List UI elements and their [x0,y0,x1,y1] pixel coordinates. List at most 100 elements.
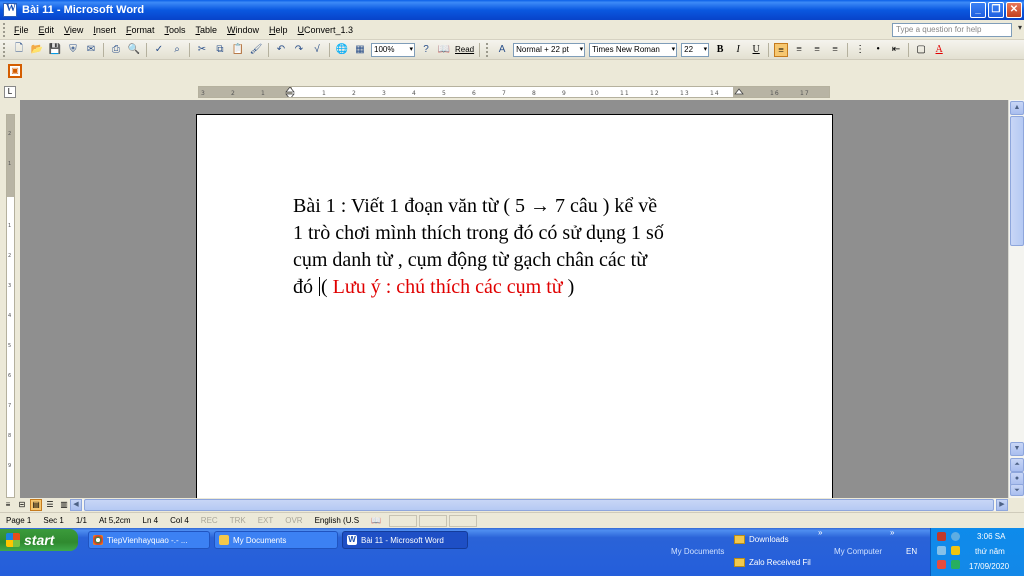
toolbar-grip[interactable] [3,42,7,57]
zoom-dropdown-icon[interactable]: ▾ [409,44,413,56]
spelling-status-icon[interactable]: 📖 [365,516,387,525]
align-left-icon[interactable]: ≡ [774,42,789,57]
network-icon[interactable] [951,532,960,541]
horizontal-scrollbar[interactable]: ◀ ▶ [70,499,1008,511]
numbering-icon[interactable]: ⋮ [853,43,867,57]
print-layout-icon[interactable]: ▤ [30,499,42,511]
menu-edit[interactable]: Edit [34,25,60,35]
zoom-select[interactable]: 100% ▾ [371,42,415,57]
status-ext[interactable]: EXT [252,516,280,525]
document-body[interactable]: Bài 1 : Viết 1 đoạn văn từ ( 5 → 7 câu )… [293,193,743,301]
bullets-icon[interactable]: • [871,43,885,57]
bold-button[interactable]: B [713,43,727,57]
web-layout-icon[interactable]: ⊟ [16,499,28,511]
print-icon[interactable]: ⎙ [109,43,123,57]
underline-button[interactable]: U [749,43,763,57]
quick-zalo[interactable]: Zalo Received Fil [734,558,811,567]
font-color-icon[interactable]: A [932,43,946,57]
word-app-icon[interactable] [3,3,17,17]
toolbar-chevron-icon[interactable]: » [890,528,894,537]
horizontal-ruler[interactable]: 321 123 456 789 10 11 12 13 14 16 17 [198,86,830,98]
cut-icon[interactable]: ✂ [195,43,209,57]
style-select[interactable]: Normal + 22 pt ▾ [513,42,586,57]
status-rec[interactable]: REC [195,516,224,525]
vertical-scroll-thumb[interactable] [1010,116,1024,246]
styles-formatting-icon[interactable]: A [495,43,509,57]
justify-icon[interactable]: ≡ [828,43,842,57]
table-icon[interactable]: ▦ [353,43,367,57]
reading-layout-icon[interactable]: ▥ [58,499,70,511]
update-icon[interactable] [951,546,960,555]
menu-help[interactable]: Help [264,25,293,35]
clock-time[interactable]: 3:06 SA [977,532,1005,541]
clock-date[interactable]: 17/09/2020 [969,562,1009,571]
decrease-indent-icon[interactable]: ⇤ [889,43,903,57]
vertical-ruler[interactable]: 2 1 1 2 3 4 5 6 7 8 9 [6,114,15,498]
menu-uconvert[interactable]: UConvert_1.3 [293,25,359,35]
menu-format[interactable]: Format [121,25,160,35]
task-word[interactable]: W Bài 11 - Microsoft Word [342,531,468,549]
hyperlink-icon[interactable]: 🌐 [335,43,349,57]
menu-view[interactable]: View [59,25,88,35]
toolbar-chevron-icon[interactable]: » [818,528,822,537]
status-ovr[interactable]: OVR [279,516,308,525]
research-icon[interactable]: ⌕ [170,43,184,57]
connection-icon[interactable] [937,546,946,555]
help-icon[interactable]: ? [419,43,433,57]
next-page-icon[interactable]: ⏷ [1010,484,1024,496]
menu-table[interactable]: Table [190,25,222,35]
vertical-scrollbar[interactable]: ▲ ▼ ⏶ ● ⏷ [1008,100,1024,498]
style-dropdown-icon[interactable]: ▾ [580,44,584,56]
undo-icon[interactable]: ↶ [274,43,288,57]
read-button[interactable]: Read [455,45,474,54]
quick-my-documents[interactable]: My Documents [671,547,724,556]
volume-icon[interactable] [951,560,960,569]
borders-icon[interactable]: ▢ [914,43,928,57]
toolbar-grip[interactable] [486,42,490,57]
help-dropdown-icon[interactable]: ▾ [1018,23,1022,32]
font-select[interactable]: Times New Roman ▾ [589,42,678,57]
print-preview-icon[interactable]: 🔍 [127,43,141,57]
tab-selector[interactable]: L [4,86,16,98]
menu-window[interactable]: Window [222,25,264,35]
menu-tools[interactable]: Tools [159,25,190,35]
font-size-select[interactable]: 22 ▾ [681,42,710,57]
menu-insert[interactable]: Insert [88,25,121,35]
language-indicator[interactable]: EN [906,547,917,556]
scroll-left-icon[interactable]: ◀ [70,499,82,511]
spelling-icon[interactable]: ✓ [152,43,166,57]
status-language[interactable]: English (U.S [309,516,365,525]
addin-icon[interactable]: ▣ [8,64,22,78]
align-right-icon[interactable]: ≡ [810,43,824,57]
format-painter-icon[interactable]: 🖌 [249,43,263,57]
horizontal-scroll-thumb[interactable] [84,499,994,511]
status-trk[interactable]: TRK [224,516,252,525]
task-chrome[interactable]: TiepVienhayquao -.- ... [88,531,210,549]
font-size-dropdown-icon[interactable]: ▾ [704,44,708,56]
menu-file[interactable]: File [9,25,34,35]
start-button[interactable]: start [0,529,78,551]
clock-day[interactable]: thứ năm [975,547,1005,556]
help-search-input[interactable]: Type a question for help [892,23,1012,37]
paste-icon[interactable]: 📋 [231,43,245,57]
close-button[interactable]: ✕ [1006,2,1022,18]
redo-icon[interactable]: ↷ [292,43,306,57]
normal-view-icon[interactable]: ≡ [2,499,14,511]
save-icon[interactable]: 💾 [48,43,62,57]
outline-view-icon[interactable]: ☰ [44,499,56,511]
document-page[interactable]: Bài 1 : Viết 1 đoạn văn từ ( 5 → 7 câu )… [196,114,833,498]
scroll-right-icon[interactable]: ▶ [996,499,1008,511]
security-shield-icon[interactable] [937,560,946,569]
font-dropdown-icon[interactable]: ▾ [672,44,676,56]
previous-page-icon[interactable]: ⏶ [1010,458,1024,472]
copy-icon[interactable]: ⧉ [213,43,227,57]
antivirus-icon[interactable] [937,532,946,541]
scroll-down-icon[interactable]: ▼ [1010,442,1024,456]
email-icon[interactable]: ✉ [84,43,98,57]
quick-my-computer[interactable]: My Computer [834,547,882,556]
minimize-button[interactable]: _ [970,2,986,18]
italic-button[interactable]: I [731,43,745,57]
read-icon[interactable]: 📖 [437,43,451,57]
formula-icon[interactable]: √ [310,43,324,57]
new-document-icon[interactable]: 🗋 [12,43,26,57]
